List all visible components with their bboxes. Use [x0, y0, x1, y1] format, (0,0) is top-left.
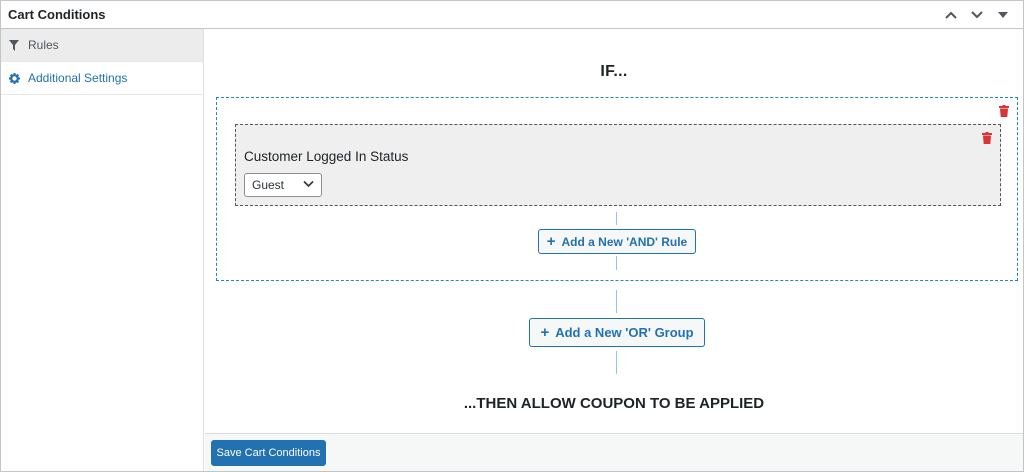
logged-in-status-select[interactable]: Guest — [244, 173, 322, 197]
delete-rule-button[interactable] — [982, 131, 992, 144]
connector-line — [616, 256, 617, 270]
condition-rule: Customer Logged In Status Guest — [235, 124, 1001, 206]
panel-title: Cart Conditions — [8, 7, 106, 22]
sidebar-item-label: Rules — [28, 38, 59, 52]
move-down-button[interactable] — [967, 5, 987, 25]
trash-icon — [982, 132, 992, 144]
sidebar-item-label: Additional Settings — [28, 71, 128, 85]
panel-footer — [205, 433, 1023, 471]
button-label: Add a New 'OR' Group — [555, 325, 694, 340]
panel-header: Cart Conditions — [1, 1, 1023, 29]
chevron-up-icon — [945, 11, 957, 19]
move-up-button[interactable] — [941, 5, 961, 25]
sidebar-item-additional-settings[interactable]: Additional Settings — [1, 62, 203, 95]
chevron-down-icon — [971, 11, 983, 19]
cart-conditions-panel: Cart Conditions Rules Additional Setting… — [0, 0, 1024, 472]
plus-icon: + — [546, 233, 556, 250]
sidebar-item-rules[interactable]: Rules — [1, 29, 203, 62]
delete-group-button[interactable] — [999, 104, 1009, 117]
filter-icon — [8, 39, 20, 51]
sidebar: Rules Additional Settings — [1, 29, 204, 471]
condition-group: Customer Logged In Status Guest + Add a … — [216, 97, 1018, 281]
button-label: Add a New 'AND' Rule — [561, 234, 688, 249]
rules-editor: IF... Customer Logged In Status Guest + … — [205, 29, 1023, 433]
select-value: Guest — [252, 178, 285, 192]
add-or-group-button[interactable]: + Add a New 'OR' Group — [529, 318, 705, 347]
collapse-toggle-button[interactable] — [993, 5, 1013, 25]
caret-down-icon — [998, 12, 1008, 18]
connector-line — [616, 212, 617, 225]
rule-label: Customer Logged In Status — [244, 149, 409, 164]
chevron-down-icon — [303, 180, 314, 188]
then-heading: ...THEN ALLOW COUPON TO BE APPLIED — [463, 395, 765, 412]
panel-header-controls — [941, 5, 1013, 25]
connector-line — [616, 290, 617, 313]
gear-icon — [8, 72, 20, 84]
plus-icon: + — [540, 324, 550, 341]
save-cart-conditions-button[interactable]: Save Cart Conditions — [211, 440, 326, 466]
connector-line — [616, 351, 617, 374]
add-and-rule-button[interactable]: + Add a New 'AND' Rule — [538, 229, 696, 254]
trash-icon — [999, 105, 1009, 117]
if-heading: IF... — [600, 63, 628, 80]
